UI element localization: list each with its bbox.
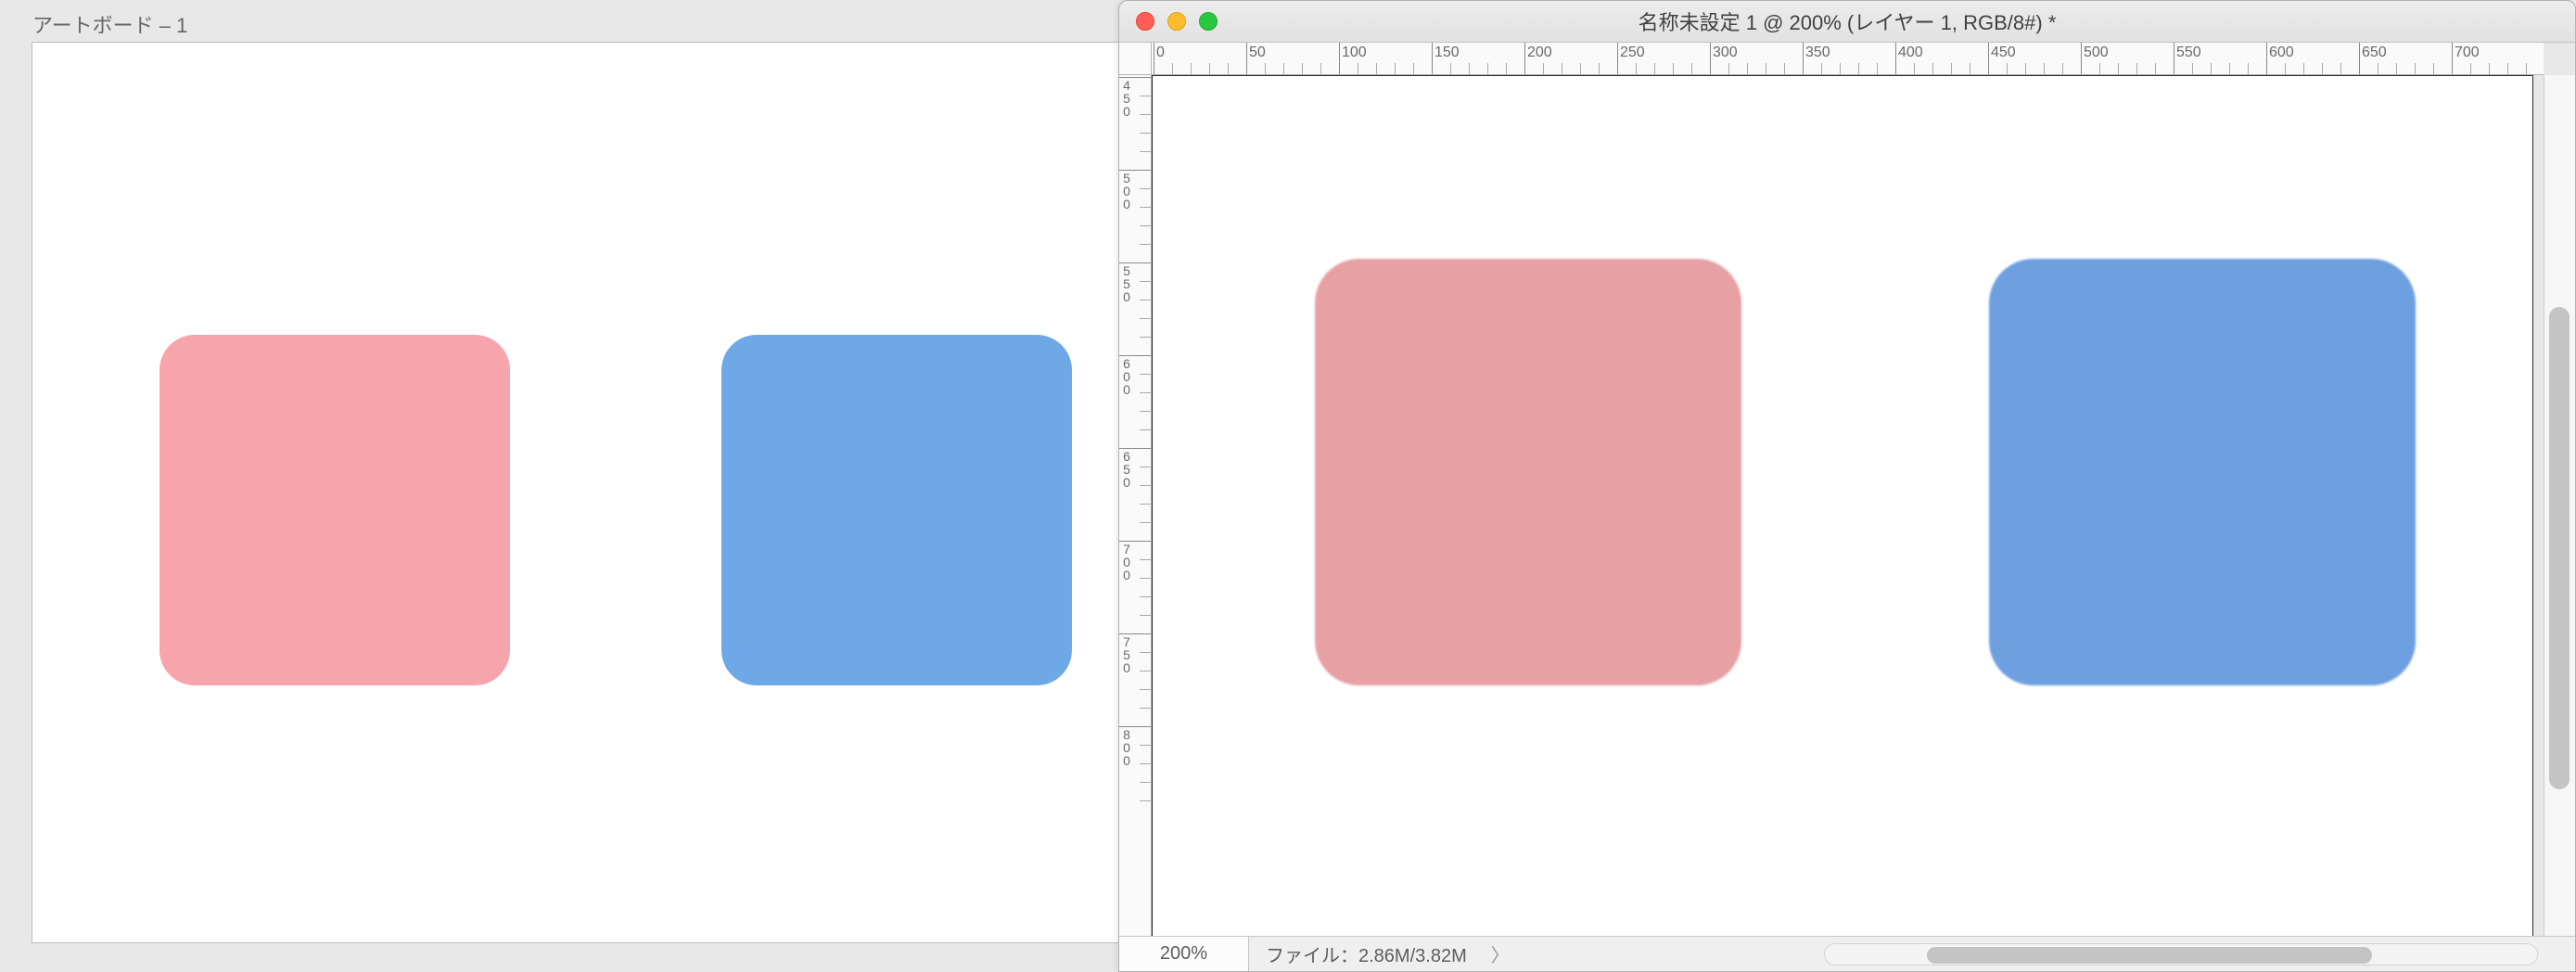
ruler-tick-label: 500 [1121, 172, 1132, 211]
document-area: 0 50 100 150 200 250 300 350 400 450 500 550 600 650 7… [1119, 43, 2575, 936]
ruler-tick-label: 350 [1805, 45, 1830, 61]
ruler-tick [2081, 43, 2082, 75]
ruler-tick-label: 400 [1898, 45, 1923, 61]
blue-rounded-square[interactable] [1989, 259, 2416, 685]
ruler-tick-label: 150 [1435, 45, 1460, 61]
ruler-tick-label: 250 [1620, 45, 1645, 61]
ruler-tick-label: 600 [1121, 357, 1132, 396]
ruler-tick [1524, 43, 1525, 75]
ruler-tick-label: 600 [2269, 45, 2294, 61]
left-artboard-window: アートボード – 1 [0, 0, 1182, 972]
maximize-icon[interactable] [1199, 12, 1218, 31]
statusbar: 200% ファイル：2.86M/3.82M 〉 [1119, 936, 2575, 971]
ruler-tick [2452, 43, 2453, 75]
zoom-level[interactable]: 200% [1119, 937, 1249, 971]
scrollbar-horizontal-thumb[interactable] [1927, 947, 2372, 964]
ruler-tick [1246, 43, 1247, 75]
minimize-icon[interactable] [1167, 12, 1186, 31]
ruler-tick-label: 300 [1713, 45, 1738, 61]
ruler-tick-label: 0 [1156, 45, 1165, 61]
ruler-tick-label: 450 [1121, 79, 1132, 118]
ruler-tick [2359, 43, 2360, 75]
scrollbar-vertical-thumb[interactable] [2549, 307, 2570, 789]
file-size-info[interactable]: ファイル：2.86M/3.82M [1249, 940, 1484, 967]
ruler-tick [1895, 43, 1896, 75]
canvas-viewport [1152, 75, 2544, 936]
ruler-tick-label: 550 [2176, 45, 2201, 61]
blue-rounded-square[interactable] [721, 335, 1072, 685]
ruler-tick [1988, 43, 1989, 75]
chevron-right-icon[interactable]: 〉 [1484, 940, 1517, 967]
ruler-tick-label: 100 [1342, 45, 1367, 61]
artboard-label: アートボード – 1 [32, 9, 187, 39]
artboard-canvas[interactable] [32, 43, 1168, 942]
ruler-tick-label: 650 [1121, 450, 1132, 489]
ruler-tick-label: 50 [1249, 45, 1266, 61]
window-controls [1136, 12, 1218, 31]
pink-rounded-square[interactable] [159, 335, 510, 685]
canvas[interactable] [1152, 75, 2533, 936]
ruler-tick [1617, 43, 1618, 75]
scrollbar-vertical[interactable] [2544, 75, 2575, 936]
ruler-tick-label: 700 [1121, 543, 1132, 582]
ruler-tick [1339, 43, 1340, 75]
right-document-window: 名称未設定 1 @ 200% (レイヤー 1, RGB/8#) * 0 50 100… [1118, 0, 2576, 972]
ruler-tick [2266, 43, 2267, 75]
ruler-corner[interactable] [1119, 43, 1152, 75]
window-title: 名称未設定 1 @ 200% (レイヤー 1, RGB/8#) * [1119, 6, 2575, 36]
ruler-tick [1432, 43, 1433, 75]
ruler-vertical[interactable]: 450 500 550 600 650 700 750 800 [1119, 75, 1152, 936]
scrollbar-horizontal[interactable] [1824, 943, 2538, 966]
ruler-tick-label: 750 [1121, 635, 1132, 674]
ruler-tick-label: 800 [1121, 728, 1132, 767]
pink-rounded-square[interactable] [1315, 259, 1741, 685]
ruler-horizontal[interactable]: 0 50 100 150 200 250 300 350 400 450 500 550 600 650 7… [1152, 43, 2544, 75]
titlebar[interactable]: 名称未設定 1 @ 200% (レイヤー 1, RGB/8#) * [1119, 1, 2575, 43]
ruler-tick-label: 450 [1991, 45, 2016, 61]
close-icon[interactable] [1136, 12, 1154, 31]
ruler-tick [1803, 43, 1804, 75]
ruler-tick-label: 650 [2362, 45, 2387, 61]
ruler-tick-label: 700 [2455, 45, 2480, 61]
ruler-tick-label: 200 [1527, 45, 1552, 61]
ruler-tick-label: 550 [1121, 264, 1132, 303]
ruler-tick-label: 500 [2084, 45, 2109, 61]
ruler-tick [1710, 43, 1711, 75]
